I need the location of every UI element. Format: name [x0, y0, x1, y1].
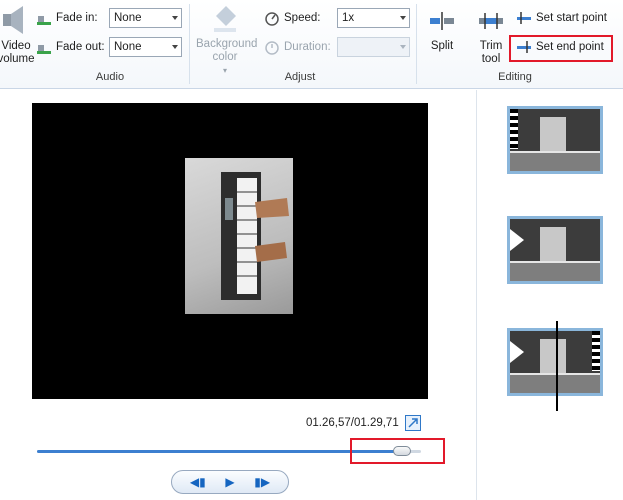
- video-frame-image: [185, 158, 293, 314]
- duration-row: Duration:: [264, 39, 331, 55]
- duration-select[interactable]: [337, 37, 410, 57]
- chevron-down-icon: [172, 16, 178, 20]
- fade-out-select[interactable]: None: [109, 37, 182, 57]
- video-volume-button[interactable]: Video volume: [0, 4, 36, 66]
- transition-icon: [510, 341, 524, 363]
- speedometer-icon: [265, 12, 279, 26]
- editing-group-label: Editing: [498, 71, 532, 83]
- chevron-down-icon: [400, 16, 406, 20]
- clip-thumbnail: [540, 227, 566, 261]
- set-start-point-button[interactable]: Set start point: [516, 11, 607, 25]
- group-separator: [416, 4, 417, 84]
- fade-out-value: None: [114, 41, 142, 53]
- duration-label: Duration:: [284, 41, 331, 53]
- storyboard-clip[interactable]: [507, 328, 603, 396]
- set-end-point-highlight: [509, 35, 613, 62]
- clip-thumbnail: [540, 117, 566, 151]
- speaker-icon: [3, 6, 23, 34]
- video-volume-label: Video volume: [0, 40, 35, 65]
- clip-thumbnail: [540, 339, 566, 373]
- fade-in-icon: [37, 16, 51, 25]
- stopwatch-icon: [265, 41, 279, 55]
- audio-waveform: [510, 373, 600, 393]
- ribbon: Video volume Fade in: None Fade out: Non…: [0, 0, 623, 89]
- set-start-icon: [517, 12, 531, 24]
- trim-icon: [479, 13, 503, 29]
- split-button[interactable]: Split: [424, 10, 460, 53]
- speed-label: Speed:: [284, 12, 321, 24]
- keyboard-image: [221, 172, 289, 300]
- background-color-label: Background color: [196, 38, 258, 63]
- trim-tool-button[interactable]: Trim tool: [474, 10, 508, 66]
- background-color-button[interactable]: Background color ▾: [190, 2, 260, 77]
- previous-frame-icon[interactable]: ◀▮: [190, 475, 206, 489]
- fade-out-label: Fade out:: [56, 41, 105, 53]
- adjust-group-label: Adjust: [284, 71, 316, 83]
- fade-in-select[interactable]: None: [109, 8, 182, 28]
- split-icon: [430, 12, 454, 30]
- filmstrip-edge: [592, 331, 600, 371]
- speed-value: 1x: [342, 12, 355, 24]
- speed-row: Speed:: [264, 10, 320, 26]
- chevron-down-icon: [172, 45, 178, 49]
- fade-in-value: None: [114, 12, 142, 24]
- audio-waveform: [510, 261, 600, 281]
- fade-out-icon: [37, 45, 51, 54]
- time-readout: 01.26,57/01.29,71: [306, 417, 399, 429]
- audio-waveform: [510, 151, 600, 171]
- set-start-point-label: Set start point: [536, 12, 607, 24]
- audio-group-label: Audio: [95, 71, 125, 83]
- trim-tool-label: Trim tool: [479, 40, 503, 65]
- fade-in-label: Fade in:: [56, 12, 98, 24]
- next-frame-icon[interactable]: ▮▶: [254, 475, 270, 489]
- storyboard-playhead[interactable]: [556, 321, 558, 411]
- transition-icon: [510, 229, 524, 251]
- paint-bucket-icon: [214, 6, 236, 32]
- fade-in-row: Fade in:: [36, 10, 98, 26]
- playback-controls: ◀▮ ▶ ▮▶: [171, 470, 289, 494]
- fade-out-row: Fade out:: [36, 39, 105, 55]
- storyboard-clip[interactable]: [507, 106, 603, 174]
- filmstrip-edge: [510, 109, 518, 149]
- play-icon[interactable]: ▶: [225, 475, 234, 489]
- speed-select[interactable]: 1x: [337, 8, 410, 28]
- seek-track-fill: [37, 450, 402, 453]
- split-label: Split: [430, 40, 454, 52]
- expand-icon[interactable]: [405, 415, 421, 431]
- chevron-down-icon: [400, 45, 406, 49]
- seek-thumb-highlight: [350, 438, 445, 464]
- storyboard-clip[interactable]: [507, 216, 603, 284]
